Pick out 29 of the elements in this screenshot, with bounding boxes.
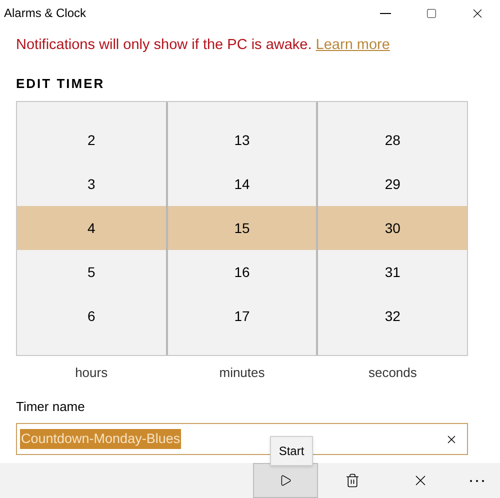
picker-item[interactable]: 5 <box>17 250 166 294</box>
picker-item[interactable]: 2 <box>17 118 166 162</box>
picker-item[interactable]: 29 <box>318 162 467 206</box>
picker-item[interactable]: 6 <box>17 294 166 338</box>
trash-icon <box>344 473 360 488</box>
minimize-icon <box>380 12 390 14</box>
notification-message: Notifications will only show if the PC is awake. <box>16 37 312 53</box>
column-label: hours <box>75 364 108 382</box>
picker-item[interactable]: 14 <box>168 162 316 206</box>
picker-item[interactable]: 4 <box>17 206 166 250</box>
maximize-icon <box>426 8 436 18</box>
picker-item[interactable]: 16 <box>168 250 316 294</box>
column-label: seconds <box>368 364 417 382</box>
column-label: minutes <box>219 364 265 382</box>
picker-item[interactable]: 3 <box>17 162 166 206</box>
picker-item[interactable]: 17 <box>168 294 316 338</box>
section-heading: EDIT TIMER <box>15 74 106 93</box>
picker-item[interactable]: 15 <box>168 206 316 250</box>
field-value: Countdown-Monday-Blues <box>20 429 182 450</box>
picker-item[interactable]: 13 <box>168 118 316 162</box>
start-button[interactable] <box>253 463 318 498</box>
field-label: Timer name <box>16 398 85 416</box>
picker-item[interactable]: 30 <box>318 206 467 250</box>
picker-item[interactable]: 31 <box>318 250 467 294</box>
tooltip: Start <box>270 436 313 466</box>
picker-item[interactable]: 28 <box>318 118 467 162</box>
window-title: Alarms & Clock <box>3 5 86 22</box>
picker-item[interactable]: 32 <box>318 294 467 338</box>
play-icon <box>279 474 292 487</box>
